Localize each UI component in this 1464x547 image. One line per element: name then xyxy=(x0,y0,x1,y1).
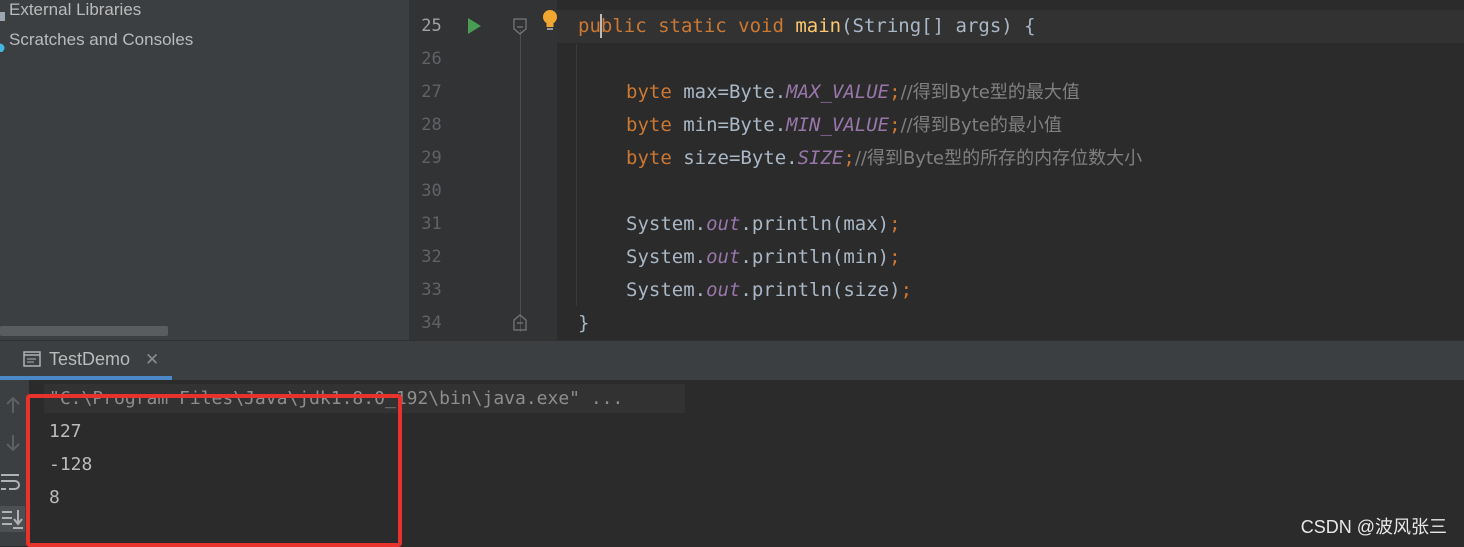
code-semicolon: ; xyxy=(889,114,901,136)
line-number: 28 xyxy=(421,115,442,135)
code-text: min=Byte. xyxy=(683,114,787,136)
soft-wrap-icon[interactable] xyxy=(0,470,22,492)
run-toolbar xyxy=(0,380,29,546)
text-caret xyxy=(600,14,602,38)
line-number: 32 xyxy=(421,247,442,267)
tree-item-scratches[interactable]: Scratches and Consoles xyxy=(0,28,193,56)
code-text: (String[] args) { xyxy=(841,15,1036,37)
line-number: 26 xyxy=(421,49,442,69)
watermark: CSDN @波风张三 xyxy=(1300,517,1447,537)
tree-item-label: External Libraries xyxy=(9,0,142,19)
code-text: max=Byte. xyxy=(683,81,787,103)
code-line-25[interactable]: public static void main(String[] args) { xyxy=(578,10,1036,43)
scroll-to-end-icon[interactable] xyxy=(0,506,25,532)
code-semicolon: ; xyxy=(843,147,855,169)
line-number: 33 xyxy=(421,280,442,300)
code-semicolon: ; xyxy=(889,246,901,268)
code-text: System. xyxy=(626,279,707,301)
line-number: 27 xyxy=(421,82,442,102)
code-semicolon: ; xyxy=(889,213,901,235)
highlight-annotation-box xyxy=(26,394,402,547)
code-keyword: public static void xyxy=(578,15,796,37)
line-number: 34 xyxy=(421,313,442,333)
code-text: } xyxy=(578,312,590,334)
code-keyword: byte xyxy=(626,147,684,169)
code-semicolon: ; xyxy=(900,279,913,301)
code-keyword: byte xyxy=(626,114,684,136)
tab-label: TestDemo xyxy=(49,349,131,369)
line-number: 31 xyxy=(421,214,442,234)
code-text: size=Byte. xyxy=(683,147,798,169)
code-line-27[interactable]: byte max=Byte.MAX_VALUE;//得到Byte型的最大值 xyxy=(626,76,1080,109)
arrow-up-icon[interactable] xyxy=(2,394,24,416)
run-tab-bar: TestDemo ✕ xyxy=(0,341,1464,380)
tree-item-external-libraries[interactable]: External Libraries xyxy=(0,0,141,26)
code-line-32[interactable]: System.out.println(min); xyxy=(626,241,901,274)
fold-guide xyxy=(520,30,521,332)
library-icon xyxy=(0,5,9,22)
code-line-31[interactable]: System.out.println(max); xyxy=(626,208,901,241)
horizontal-scrollbar[interactable] xyxy=(0,326,168,336)
line-number: 29 xyxy=(421,148,442,168)
code-line-33[interactable]: System.out.println(size); xyxy=(626,274,912,307)
tab-testdemo[interactable]: TestDemo ✕ xyxy=(0,341,172,380)
code-keyword: byte xyxy=(626,81,684,103)
line-number: 25 xyxy=(421,16,442,36)
code-text: .println(size) xyxy=(740,279,901,301)
code-text: System. xyxy=(626,213,707,235)
code-line-29[interactable]: byte size=Byte.SIZE;//得到Byte型的所存的内存位数大小 xyxy=(626,142,1142,175)
run-gutter-icon[interactable] xyxy=(466,17,482,39)
code-line-28[interactable]: byte min=Byte.MIN_VALUE;//得到Byte的最小值 xyxy=(626,109,1062,142)
scratches-icon xyxy=(0,35,9,53)
lightbulb-icon[interactable] xyxy=(540,8,560,38)
fold-end-icon[interactable] xyxy=(512,313,528,335)
code-comment: //得到Byte的最小值 xyxy=(900,115,1062,136)
console-icon xyxy=(23,351,41,367)
code-comment: //得到Byte型的最大值 xyxy=(900,82,1080,103)
code-text: System. xyxy=(626,246,707,268)
line-number: 30 xyxy=(421,181,442,201)
close-icon[interactable]: ✕ xyxy=(145,350,159,370)
code-static-field: out xyxy=(706,279,741,301)
code-static-field: MIN_VALUE xyxy=(786,114,890,136)
code-static-field: out xyxy=(706,213,741,235)
indent-guide xyxy=(576,44,577,306)
code-method-name: main xyxy=(795,15,842,37)
code-text: .println(max) xyxy=(740,213,890,235)
tree-item-label: Scratches and Consoles xyxy=(9,30,194,49)
code-static-field: SIZE xyxy=(797,147,844,169)
arrow-down-icon[interactable] xyxy=(2,432,24,454)
code-static-field: MAX_VALUE xyxy=(786,81,890,103)
code-semicolon: ; xyxy=(889,81,901,103)
code-line-34[interactable]: } xyxy=(578,307,589,340)
code-text: .println(min) xyxy=(740,246,890,268)
project-tool-window: External Libraries Scratches and Console… xyxy=(0,0,409,340)
fold-icon[interactable] xyxy=(512,18,528,40)
code-comment: //得到Byte型的所存的内存位数大小 xyxy=(854,148,1143,169)
code-static-field: out xyxy=(706,246,741,268)
